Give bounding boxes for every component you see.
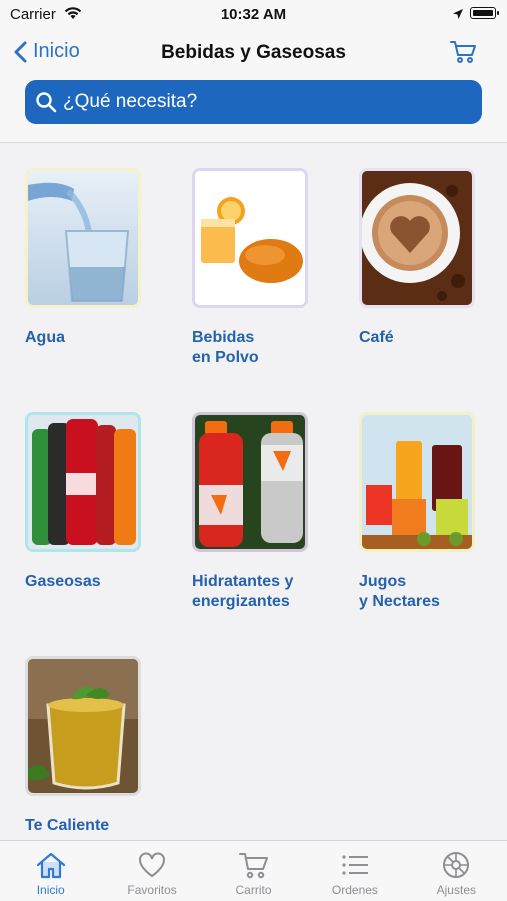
tab-bar: Inicio Favoritos Carrito Ordenes Ajustes	[0, 840, 507, 901]
jugos-image	[359, 412, 475, 552]
cart-icon	[238, 853, 268, 879]
category-agua[interactable]: Agua	[25, 168, 165, 348]
tab-label: Ordenes	[331, 883, 378, 897]
home-icon	[36, 852, 65, 879]
back-button[interactable]: Inicio	[14, 40, 80, 63]
heart-icon	[139, 852, 166, 878]
cart-icon	[450, 41, 476, 63]
category-jugos[interactable]: Jugos y Nectares	[359, 412, 499, 612]
bebidas-en-polvo-image	[192, 168, 308, 308]
clock: 10:32 AM	[220, 6, 287, 23]
nav-header: Inicio Bebidas y Gaseosas	[0, 30, 507, 143]
category-bebidas-en-polvo[interactable]: Bebidas en Polvo	[192, 168, 332, 368]
search-icon	[36, 92, 57, 113]
chevron-left-icon	[14, 41, 27, 62]
category-label: Agua	[25, 329, 65, 346]
category-label: Gaseosas	[25, 573, 101, 590]
category-label: Jugos y Nectares	[359, 573, 440, 610]
tab-carrito[interactable]: Carrito	[203, 841, 304, 901]
agua-image	[25, 168, 141, 308]
list-icon	[342, 855, 368, 875]
category-label: Te Caliente	[25, 817, 110, 834]
gaseosas-image	[25, 412, 141, 552]
search-bar[interactable]	[25, 80, 482, 124]
cafe-image	[359, 168, 475, 308]
category-label: Bebidas en Polvo	[192, 329, 259, 366]
category-cafe[interactable]: Café	[359, 168, 499, 348]
category-te-caliente[interactable]: Te Caliente	[25, 656, 165, 836]
te-caliente-image	[25, 656, 141, 796]
tab-favoritos[interactable]: Favoritos	[101, 841, 202, 901]
tab-label: Ajustes	[436, 883, 476, 897]
location-arrow-icon	[452, 7, 464, 25]
back-label: Inicio	[33, 40, 80, 62]
tab-ajustes[interactable]: Ajustes	[406, 841, 507, 901]
tab-label: Carrito	[235, 883, 272, 897]
category-hidratantes[interactable]: Hidratantes y energizantes	[192, 412, 332, 612]
category-grid: Agua Bebidas en Polvo Café Gaseosas Hidr…	[0, 143, 507, 840]
tab-inicio[interactable]: Inicio	[0, 841, 101, 901]
battery-icon	[470, 7, 499, 19]
search-input[interactable]	[63, 91, 463, 113]
hidratantes-image	[192, 412, 308, 552]
category-label: Hidratantes y energizantes	[192, 573, 294, 610]
tab-ordenes[interactable]: Ordenes	[304, 841, 405, 901]
cart-button[interactable]	[450, 40, 478, 69]
tab-label: Favoritos	[127, 883, 177, 897]
settings-icon	[443, 852, 470, 878]
category-label: Café	[359, 329, 394, 346]
status-bar: Carrier 10:32 AM	[0, 0, 507, 30]
category-gaseosas[interactable]: Gaseosas	[25, 412, 165, 592]
tab-label: Inicio	[36, 883, 65, 897]
